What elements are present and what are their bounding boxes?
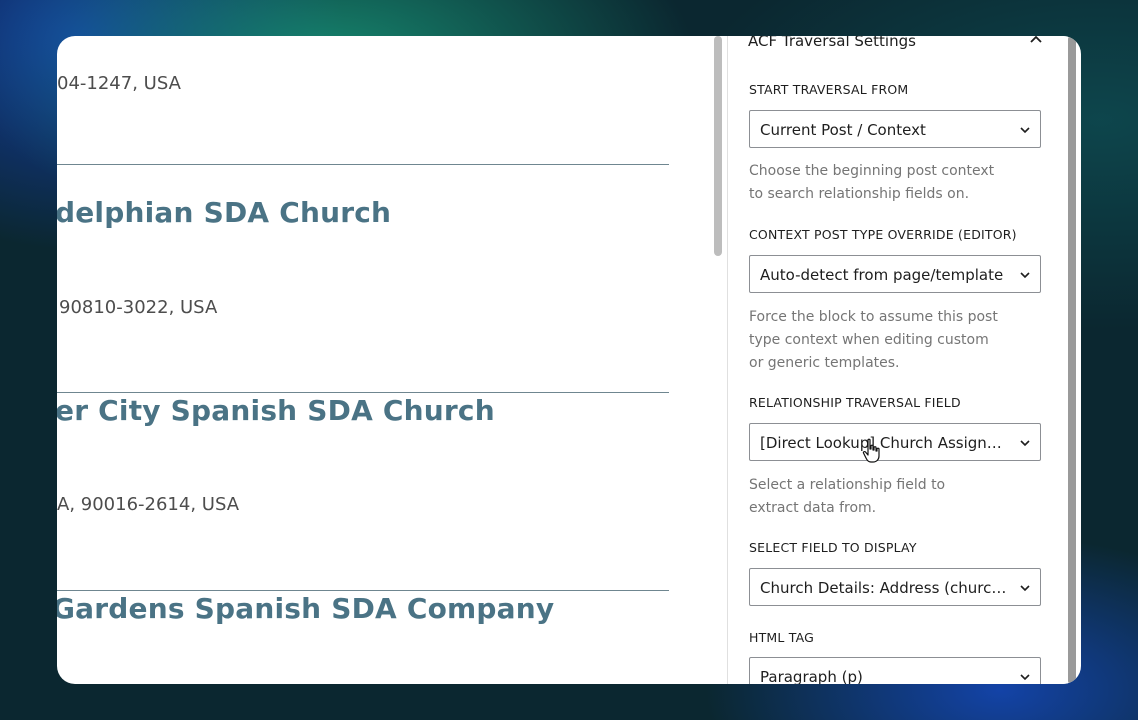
label-start-traversal: START TRAVERSAL FROM [749,82,909,97]
chevron-down-icon [1020,127,1030,134]
app-window: 04-1247, USA delphian SDA Church 90810-3… [57,36,1081,684]
select-value: [Direct Lookup] Church Assignments [760,434,1015,452]
help-relationship-traversal: Select a relationship field to extract d… [749,477,946,516]
church-title[interactable]: Gardens Spanish SDA Company [57,592,554,625]
settings-sidebar: ACF Traversal Settings START TRAVERSAL F… [727,36,1068,684]
church-title[interactable]: er City Spanish SDA Church [57,394,495,427]
help-context-post-type: Force the block to assume this post type… [749,309,998,371]
panel-header-acf-traversal[interactable]: ACF Traversal Settings [748,36,1048,50]
chevron-up-icon[interactable] [1028,36,1044,48]
help-start-traversal: Choose the beginning post context to sea… [749,163,995,202]
sidebar-scrollbar[interactable] [1068,36,1076,684]
html-tag-select[interactable]: Paragraph (p) [749,657,1041,684]
label-html-tag: HTML TAG [749,630,815,645]
select-value: Auto-detect from page/template [760,266,1004,284]
chevron-down-icon [1020,674,1030,681]
select-value: Paragraph (p) [760,668,863,684]
panel-title: ACF Traversal Settings [748,36,916,50]
hand-pointer-icon [862,438,880,463]
relationship-traversal-select[interactable]: [Direct Lookup] Church Assignments [749,423,1041,461]
church-address: 90810-3022, USA [59,297,218,318]
church-title[interactable]: delphian SDA Church [57,196,391,229]
church-address: A, 90016-2614, USA [57,494,240,515]
divider [57,590,669,591]
label-context-post-type: CONTEXT POST TYPE OVERRIDE (EDITOR) [749,227,1017,242]
select-field-display-select[interactable]: Church Details: Address (church_address) [749,568,1041,606]
content-area: 04-1247, USA delphian SDA Church 90810-3… [57,36,712,684]
label-relationship-traversal: RELATIONSHIP TRAVERSAL FIELD [749,395,961,410]
content-scrollbar-thumb[interactable] [714,36,722,256]
chevron-down-icon [1020,440,1030,447]
divider [57,392,669,393]
label-select-field-display: SELECT FIELD TO DISPLAY [749,540,917,555]
chevron-down-icon [1020,585,1030,592]
start-traversal-select[interactable]: Current Post / Context [749,110,1041,148]
select-value: Church Details: Address (church_address) [760,579,1015,597]
church-address: 04-1247, USA [57,73,181,94]
chevron-down-icon [1020,272,1030,279]
divider [57,164,669,165]
select-value: Current Post / Context [760,121,926,139]
context-post-type-select[interactable]: Auto-detect from page/template [749,255,1041,293]
